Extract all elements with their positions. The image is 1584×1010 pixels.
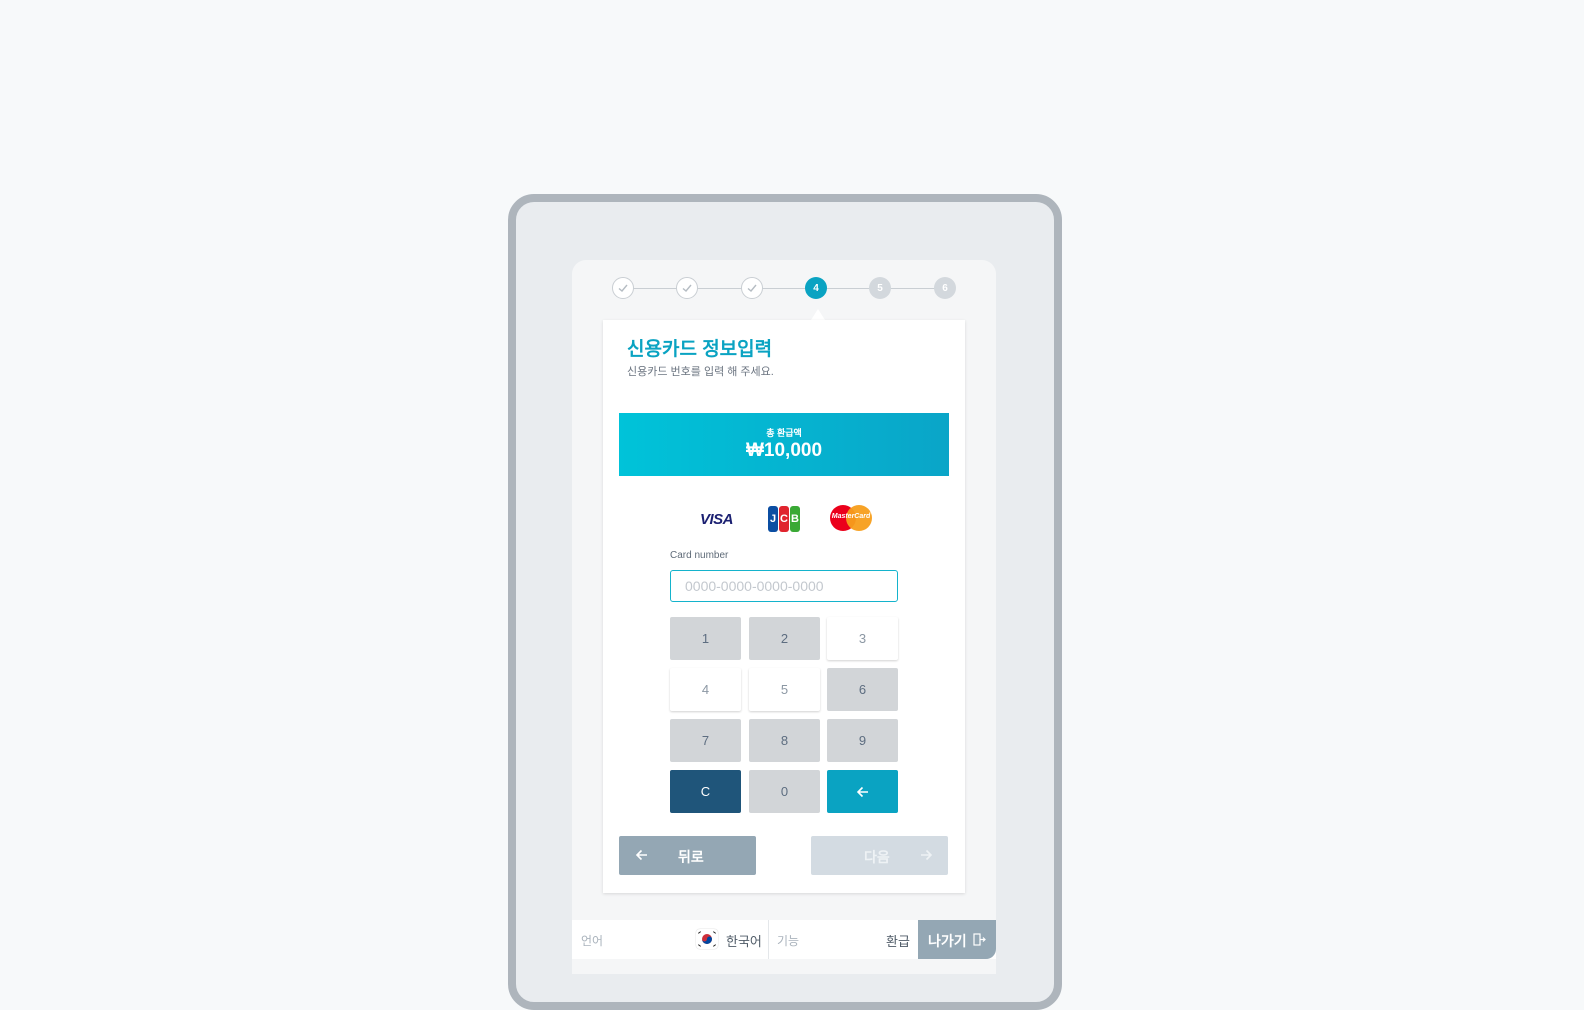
mastercard-logo: MasterCard <box>830 505 872 531</box>
keypad-key-4[interactable]: 4 <box>670 668 741 711</box>
visa-logo: VISA <box>700 511 734 528</box>
next-button-label: 다음 <box>864 849 890 865</box>
back-button-label: 뒤로 <box>678 849 704 865</box>
keypad-key-3[interactable]: 3 <box>827 617 898 660</box>
refund-amount-banner: 총 환급액 ₩10,000 <box>619 413 949 476</box>
jcb-logo: J C B <box>768 506 800 532</box>
keypad-key-5[interactable]: 5 <box>749 668 820 711</box>
keypad-key-8[interactable]: 8 <box>749 719 820 762</box>
stepper-pointer <box>811 309 825 320</box>
stepper-line <box>622 288 947 289</box>
exit-button[interactable]: 나가기 <box>918 920 996 959</box>
check-icon <box>747 284 757 292</box>
next-button[interactable]: 다음 <box>811 836 948 875</box>
keypad-key-1[interactable]: 1 <box>670 617 741 660</box>
language-selector[interactable]: 한국어 <box>726 931 762 950</box>
step-1-complete <box>612 277 634 299</box>
keypad-key-0[interactable]: 0 <box>749 770 820 813</box>
korea-flag-graphic <box>697 931 717 947</box>
arrow-right-icon <box>921 849 933 861</box>
exit-door-icon <box>973 933 986 946</box>
refund-amount-label: 총 환급액 <box>766 428 802 438</box>
language-label: 언어 <box>581 934 604 948</box>
keypad-clear-button[interactable]: C <box>670 770 741 813</box>
step-5: 5 <box>869 277 891 299</box>
step-3-complete <box>741 277 763 299</box>
exit-button-label: 나가기 <box>928 933 967 949</box>
function-label: 기능 <box>777 934 800 948</box>
card-number-label: Card number <box>670 550 729 561</box>
page-subtitle: 신용카드 번호를 입력 해 주세요. <box>627 366 774 378</box>
check-icon <box>682 284 692 292</box>
check-icon <box>618 284 628 292</box>
keypad-key-6[interactable]: 6 <box>827 668 898 711</box>
keypad-key-9[interactable]: 9 <box>827 719 898 762</box>
keypad-backspace-button[interactable] <box>827 770 898 813</box>
jcb-letter-j: J <box>768 506 778 532</box>
step-6: 6 <box>934 277 956 299</box>
arrow-left-icon <box>856 786 868 797</box>
refund-amount-value: ₩10,000 <box>745 440 823 461</box>
card-number-input[interactable] <box>670 570 898 602</box>
jcb-letter-c: C <box>779 506 789 532</box>
keypad-key-7[interactable]: 7 <box>670 719 741 762</box>
step-2-complete <box>676 277 698 299</box>
card-brand-logos: VISA J C B MasterCard <box>697 504 877 532</box>
arrow-left-icon <box>635 849 647 861</box>
jcb-letter-b: B <box>790 506 800 532</box>
mastercard-wordmark: MasterCard <box>831 513 871 520</box>
page-title: 신용카드 정보입력 <box>627 339 773 360</box>
kiosk-footer: 언어 한국어 기능 환급 나가기 <box>572 920 996 959</box>
keypad-key-2[interactable]: 2 <box>749 617 820 660</box>
step-4-current: 4 <box>805 277 827 299</box>
function-value[interactable]: 환급 <box>886 931 910 950</box>
korea-flag-icon[interactable] <box>696 929 718 949</box>
footer-divider <box>768 920 769 959</box>
back-button[interactable]: 뒤로 <box>619 836 756 875</box>
progress-stepper: 4 5 6 <box>612 277 957 301</box>
